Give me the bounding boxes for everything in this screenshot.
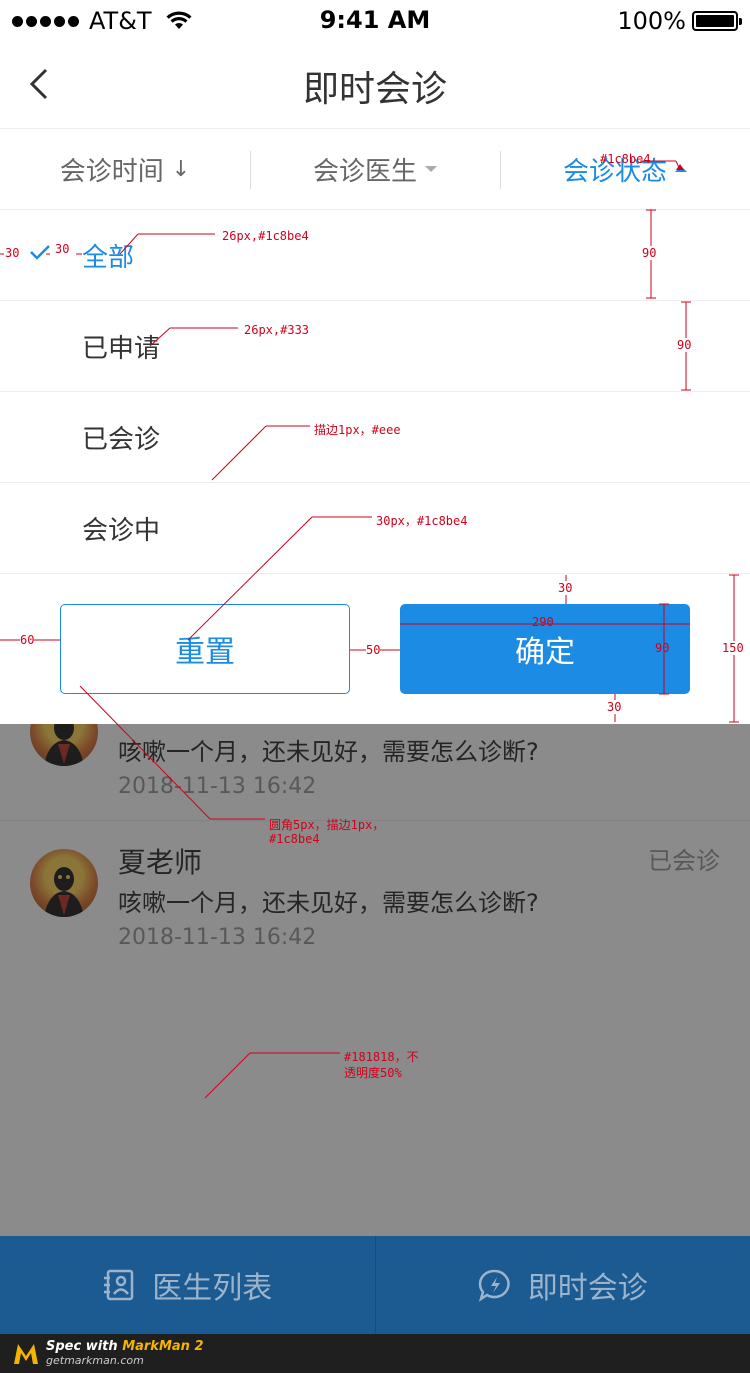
option-label: 已申请	[82, 333, 161, 364]
option-label: 全部	[82, 242, 135, 273]
dimension-label: 30	[607, 700, 622, 714]
dimension-label: 60	[20, 633, 35, 647]
brand-name: MarkMan 2	[122, 1339, 204, 1354]
nav-bar: 即时会诊	[0, 40, 750, 128]
annotation-reset-border-color: #1c8be4	[269, 832, 320, 846]
filter-tab-label: 会诊医生	[312, 156, 417, 187]
tab-filter-status[interactable]: 会诊状态	[500, 129, 750, 209]
battery-icon	[692, 11, 742, 31]
dimension-label: 30	[558, 581, 573, 595]
dimension-label: 30	[5, 246, 20, 260]
annotation-overlay: #181818，不	[344, 1050, 419, 1064]
dimension-label: 150	[722, 641, 744, 655]
dimension-label: 90	[642, 246, 657, 260]
option-label: 会诊中	[82, 515, 161, 546]
dimension-label: 50	[366, 643, 381, 657]
annotation-tab-color: #1c8be4	[600, 152, 651, 166]
triangle-down-icon	[425, 166, 437, 172]
triangle-up-icon	[675, 166, 687, 172]
chat-bolt-icon	[478, 1269, 510, 1302]
battery-info: 100%	[617, 7, 742, 35]
dimension-label: 90	[655, 641, 670, 655]
option-all[interactable]: 全部	[0, 210, 750, 301]
dimension-label: 290	[532, 615, 554, 629]
annotation-button-text: 30px，#1c8be4	[376, 514, 468, 528]
check-icon	[30, 245, 50, 260]
reset-button[interactable]: 重置	[60, 604, 350, 694]
status-bar: AT&T 9:41 AM 100%	[0, 0, 750, 40]
arrow-down-icon: ↓	[171, 156, 191, 182]
tab-filter-doctor[interactable]: 会诊医生	[250, 129, 500, 209]
annotation-overlay-opacity: 透明度50%	[344, 1066, 402, 1080]
tab-bar: 医生列表 即时会诊	[0, 1236, 750, 1334]
filter-tabs: 会诊时间 ↓ 会诊医生 会诊状态	[0, 128, 750, 210]
annotation-option-normal: 26px,#333	[244, 323, 310, 337]
option-label: 已会诊	[82, 424, 161, 455]
annotation-divider: 描边1px，#eee	[314, 423, 401, 437]
brand-prefix: Spec with	[46, 1339, 123, 1354]
battery-percent: 100%	[617, 7, 686, 35]
markman-footer: Spec with MarkMan 2 getmarkman.com	[0, 1334, 750, 1373]
option-in-progress[interactable]: 会诊中	[0, 483, 750, 574]
tab-label: 医生列表	[152, 1271, 273, 1306]
markman-logo-icon	[14, 1343, 38, 1364]
tab-sort-time[interactable]: 会诊时间 ↓	[0, 129, 250, 209]
option-applied[interactable]: 已申请	[0, 301, 750, 392]
annotation-reset-border: 圆角5px，描边1px，	[269, 818, 385, 832]
annotation-option-selected: 26px,#1c8be4	[222, 229, 309, 243]
tab-label: 即时会诊	[527, 1271, 648, 1306]
filter-tab-label: 会诊时间	[59, 156, 164, 187]
dimension-label: 90	[677, 338, 692, 352]
markman-site: getmarkman.com	[46, 1354, 144, 1367]
dimension-label: 30	[55, 242, 70, 256]
page-title: 即时会诊	[302, 69, 447, 110]
markman-brand: Spec with MarkMan 2	[46, 1340, 204, 1354]
tab-doctor-list[interactable]: 医生列表	[0, 1236, 375, 1334]
doctor-card-icon	[104, 1269, 134, 1301]
tab-instant-consult[interactable]: 即时会诊	[374, 1236, 750, 1334]
